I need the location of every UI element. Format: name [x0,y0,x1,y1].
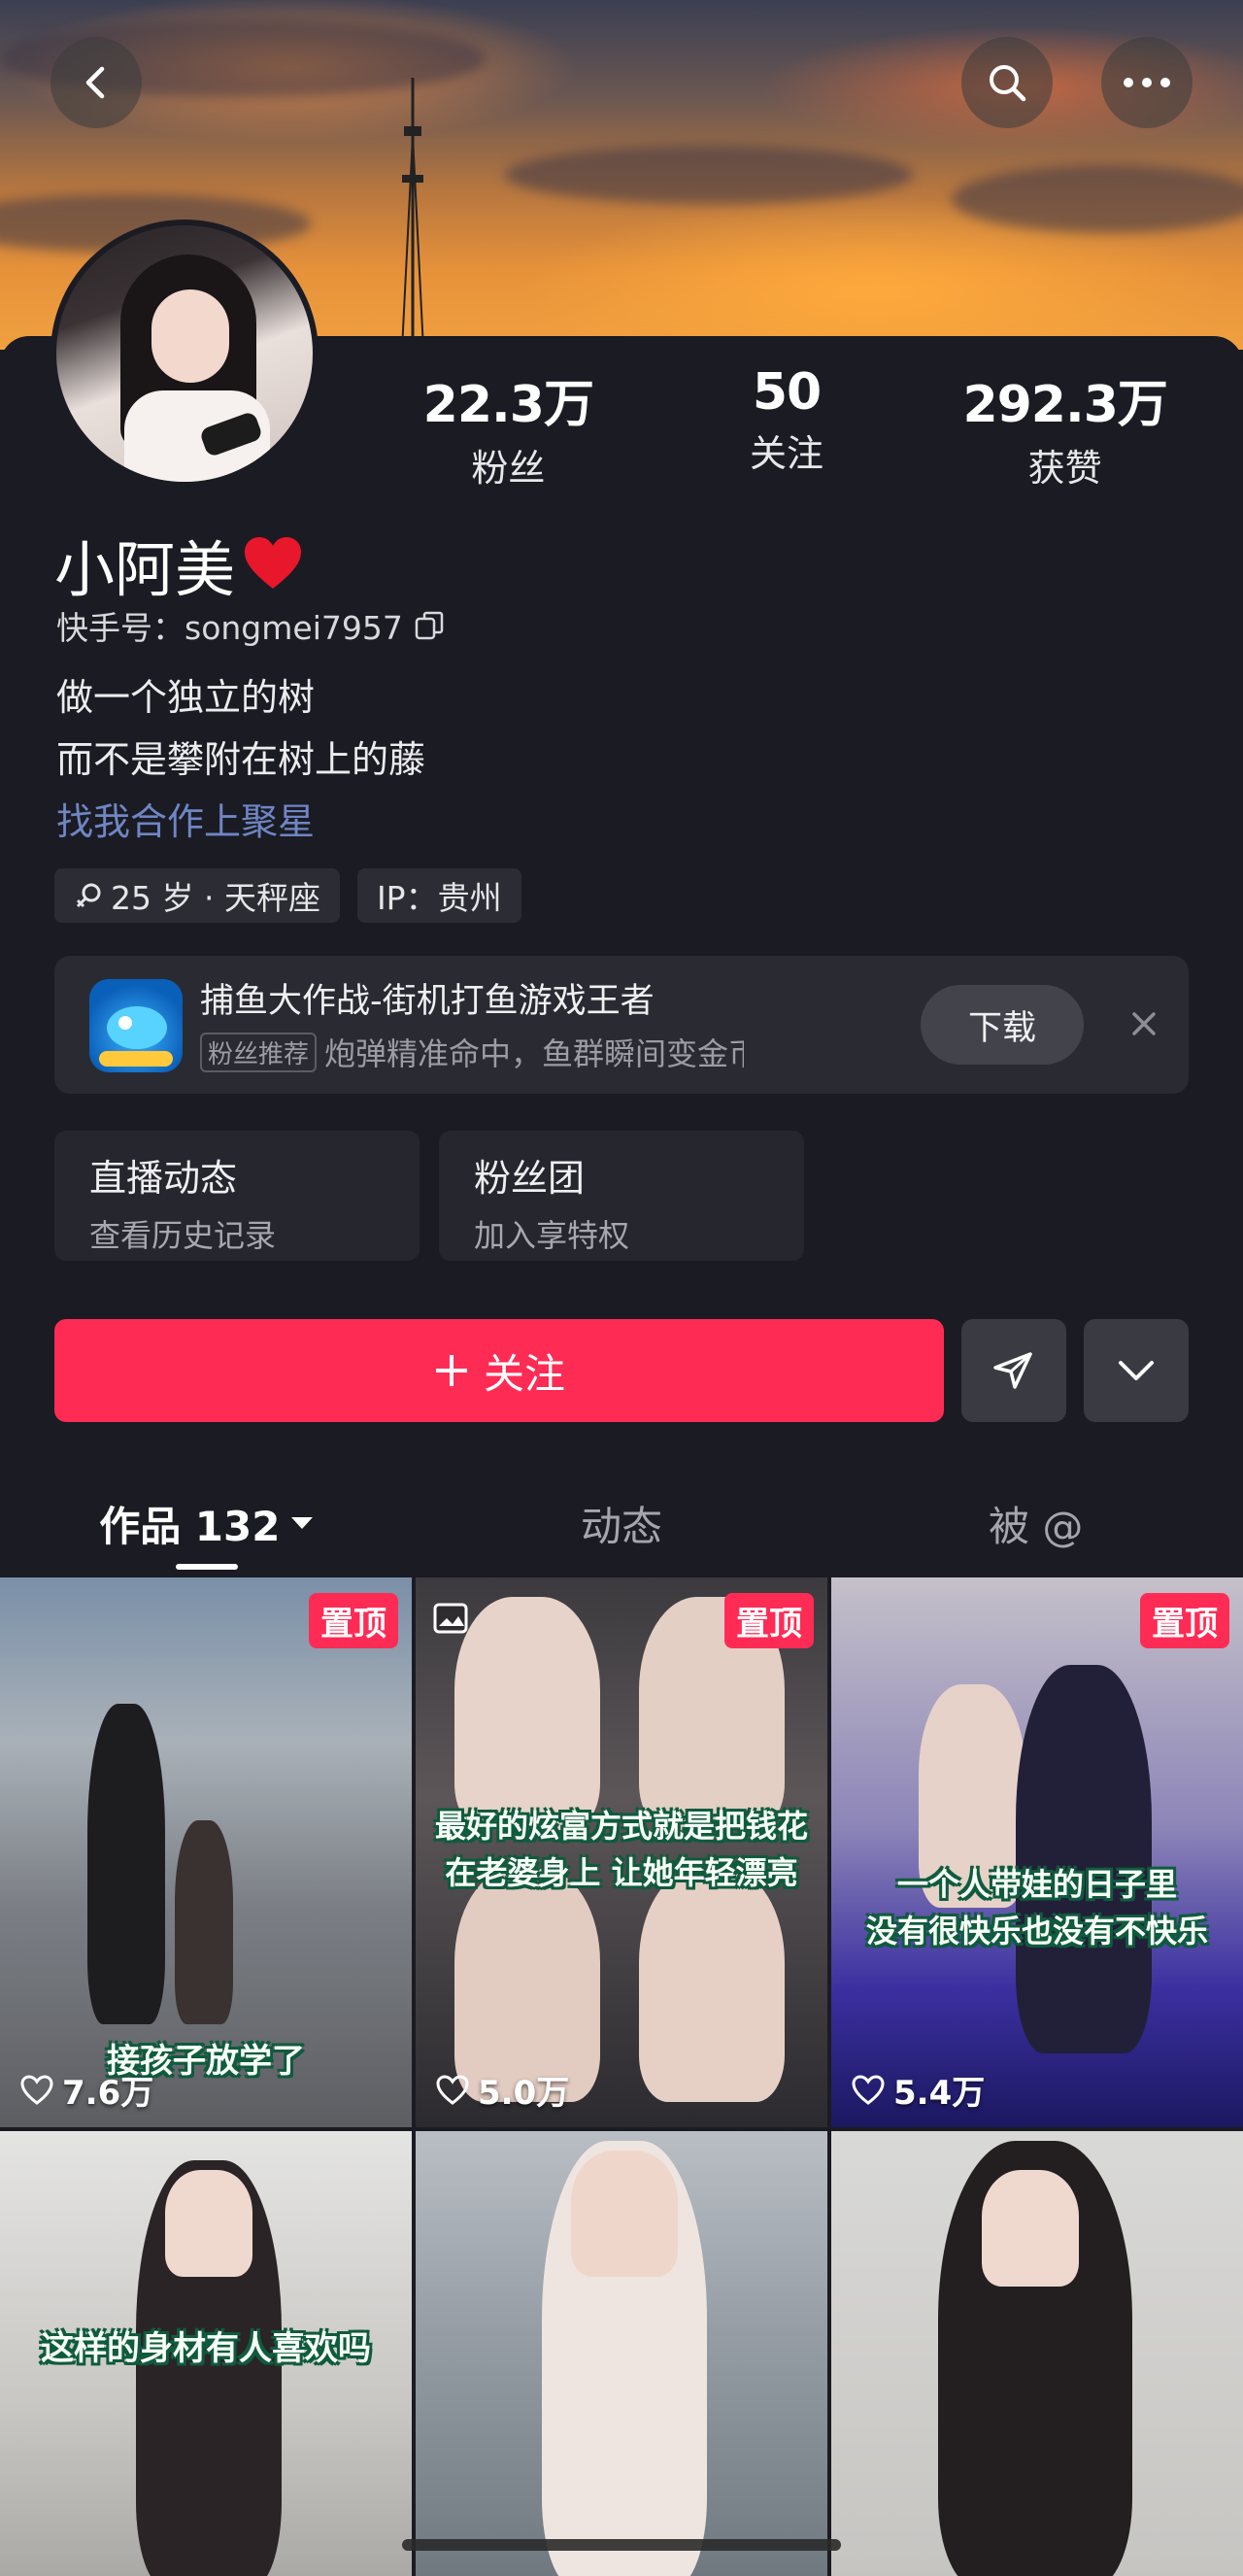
video-thumbnail[interactable]: 最好的炫富方式就是把钱花 在老婆身上 让她年轻漂亮 置顶 5.0万 [416,1577,827,2127]
video-thumbnail[interactable] [831,2131,1243,2576]
close-icon [1132,1012,1156,1035]
card-title: 直播动态 [89,1157,238,1200]
copy-icon[interactable] [413,609,446,642]
chevron-down-icon [1119,1361,1154,1380]
tab-moments[interactable]: 动态 [415,1476,829,1570]
pinned-badge: 置顶 [309,1593,398,1648]
pinned-badge: 置顶 [724,1593,814,1648]
more-icon [1124,78,1170,87]
video-likes-count: 5.0万 [478,2074,570,2113]
image-set-icon [429,1597,472,1644]
bio: 做一个独立的树 而不是攀附在树上的藤 找我合作上聚星 [56,666,425,853]
stat-number: 22.3万 [422,376,594,434]
bio-line: 而不是攀附在树上的藤 [56,738,426,781]
avatar[interactable] [50,220,319,488]
tag-age-text: 25 岁 · 天秤座 [111,879,320,917]
bio-link[interactable]: 找我合作上聚星 [56,791,425,853]
stat-following[interactable]: 50 关注 [648,363,926,491]
home-indicator [402,2539,841,2551]
search-button[interactable] [961,37,1053,128]
tab-mentions[interactable]: 被 @ [828,1476,1243,1570]
back-icon [85,66,105,99]
video-caption: 这样的身材有人喜欢吗 [41,2329,371,2368]
tag-ip-text: IP：贵州 [376,879,502,917]
expand-button[interactable] [1084,1319,1189,1422]
stat-number: 50 [752,363,822,422]
tag-ip: IP：贵州 [356,868,521,923]
heart-icon [245,537,302,589]
more-button[interactable] [1101,37,1193,128]
video-thumbnail[interactable]: 一个人带娃的日子里 没有很快乐也没有不快乐 置顶 5.4万 [831,1577,1243,2127]
ad-close-button[interactable] [1113,993,1175,1055]
download-button[interactable]: 下载 [921,985,1084,1065]
share-button[interactable] [961,1319,1066,1422]
send-icon [993,1352,1032,1389]
video-caption: 一个人带娃的日子里 没有很快乐也没有不快乐 [865,1866,1208,1949]
stat-number: 292.3万 [962,376,1167,434]
stat-label: 粉丝 [471,447,546,490]
kuaishou-id: 快手号：songmei7957 [56,602,446,649]
video-thumbnail[interactable]: 这样的身材有人喜欢吗 [0,2131,412,2576]
pinned-badge: 置顶 [1140,1593,1229,1648]
heart-outline-icon [852,2074,885,2105]
video-likes-count: 7.6万 [62,2074,154,2113]
tag-age: 25 岁 · 天秤座 [54,868,340,923]
card-subtitle: 加入享特权 [474,1217,630,1254]
tab-works-label: 作品 132 [99,1502,281,1550]
game-app-icon [89,979,183,1072]
card-subtitle: 查看历史记录 [89,1217,277,1254]
tower-silhouette [401,78,424,350]
video-grid: 接孩子放学了 置顶 7.6万 最好的炫富方式就是把钱花 在老婆身上 让她年轻漂亮… [0,1577,1243,2576]
profile-tags: 25 岁 · 天秤座 IP：贵州 [54,868,521,923]
heart-outline-icon [20,2074,53,2105]
fan-club-card[interactable]: 粉丝团 加入享特权 [439,1131,804,1261]
video-likes-count: 5.4万 [893,2074,986,2113]
heart-outline-icon [436,2074,469,2105]
search-icon [990,65,1026,102]
video-likes: 5.0万 [435,2066,569,2114]
follow-label: 关注 [483,1349,565,1398]
video-thumbnail[interactable] [416,2131,827,2576]
stat-followers[interactable]: 22.3万 粉丝 [369,363,648,491]
ad-title: 捕鱼大作战-街机打鱼游戏王者 [200,982,655,1021]
profile-name-text: 小阿美 [54,534,236,605]
follow-button[interactable]: 关注 [54,1319,944,1422]
profile-name: 小阿美 [54,521,305,608]
ad-description: 炮弹精准命中，鱼群瞬间变金币… [324,1035,744,1072]
bio-line: 做一个独立的树 [56,676,316,719]
stat-label: 关注 [750,432,824,475]
video-thumbnail[interactable]: 接孩子放学了 置顶 7.6万 [0,1577,412,2127]
live-history-card[interactable]: 直播动态 查看历史记录 [54,1131,420,1261]
kuaishou-id-text: 快手号：songmei7957 [56,609,403,647]
back-button[interactable] [50,37,142,128]
tab-works[interactable]: 作品 132 [0,1476,415,1570]
stat-likes[interactable]: 292.3万 获赞 [925,363,1204,491]
ad-subtitle: 粉丝推荐 炮弹精准命中，鱼群瞬间变金币… [200,1030,744,1074]
plus-icon [435,1355,467,1386]
gender-icon [76,883,101,908]
ad-card[interactable]: 捕鱼大作战-街机打鱼游戏王者 粉丝推荐 炮弹精准命中，鱼群瞬间变金币… 下载 [54,956,1189,1094]
video-likes: 5.4万 [851,2066,985,2114]
card-title: 粉丝团 [474,1157,586,1200]
stat-label: 获赞 [1027,447,1102,490]
video-likes: 7.6万 [19,2066,153,2114]
caret-down-icon [291,1517,314,1529]
content-tabs: 作品 132 动态 被 @ [0,1476,1243,1570]
video-caption: 最好的炫富方式就是把钱花 在老婆身上 让她年轻漂亮 [434,1808,808,1891]
stats-row: 22.3万 粉丝 50 关注 292.3万 获赞 [369,363,1204,491]
ad-badge: 粉丝推荐 [200,1032,318,1072]
